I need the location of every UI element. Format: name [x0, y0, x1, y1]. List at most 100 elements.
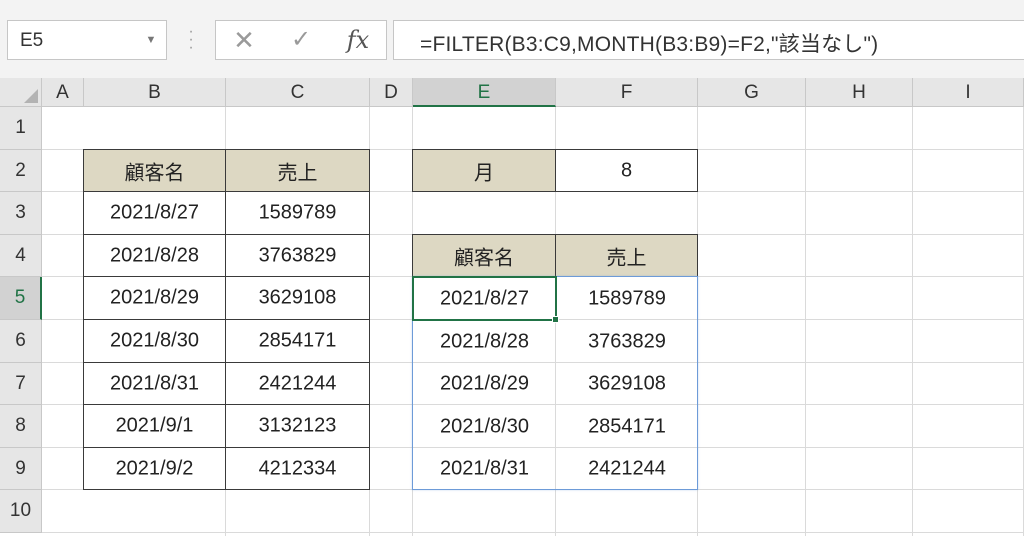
result-cell-sales-text: 2854171 [588, 415, 666, 437]
result-header-customer-text: 顧客名 [454, 247, 514, 269]
criteria-value[interactable]: 8 [555, 149, 698, 192]
enter-icon[interactable]: ✓ [279, 21, 323, 59]
result-cell-sales[interactable]: 3629108 [556, 363, 698, 405]
source-cell-date-text: 2021/9/1 [115, 414, 194, 437]
row-number: 9 [15, 457, 26, 479]
column-header-c[interactable]: C [226, 78, 370, 107]
gridline [42, 532, 1024, 533]
row-number: 5 [14, 287, 26, 308]
row-header-2[interactable]: 2 [0, 150, 42, 192]
source-header-customer[interactable]: 顧客名 [83, 149, 226, 192]
chevron-down-icon[interactable]: ▼ [140, 21, 162, 59]
source-cell-sales[interactable]: 2421244 [225, 362, 370, 405]
source-cell-date-text: 2021/8/28 [110, 244, 199, 266]
result-cell-sales-text: 3763829 [588, 330, 666, 352]
result-cell-date-text: 2021/8/29 [440, 372, 529, 395]
row-header-5[interactable]: 5 [0, 277, 42, 320]
formula-text[interactable]: =FILTER(B3:C9,MONTH(B3:B9)=F2,"該当なし") [420, 28, 878, 58]
column-header-f[interactable]: F [556, 78, 698, 107]
source-cell-date[interactable]: 2021/8/27 [83, 191, 226, 235]
column-header-e[interactable]: E [413, 78, 556, 107]
row-number: 1 [15, 117, 26, 138]
result-cell-date[interactable]: 2021/8/30 [413, 405, 556, 448]
result-cell-date-text: 2021/8/30 [440, 415, 529, 437]
source-header-customer-text: 顧客名 [124, 162, 185, 184]
formula-buttons: ✕ ✓ fx [215, 20, 387, 60]
result-cell-sales-text: 2421244 [588, 457, 666, 480]
row-number: 10 [9, 500, 32, 521]
result-cell-sales[interactable]: 2421244 [556, 448, 698, 490]
source-cell-sales-text: 2421244 [258, 372, 337, 394]
result-header-customer[interactable]: 顧客名 [412, 234, 556, 277]
grip-icon[interactable]: · · · [183, 24, 199, 56]
source-cell-date-text: 2021/8/31 [110, 372, 199, 394]
cancel-icon[interactable]: ✕ [222, 21, 266, 59]
row-number: 8 [15, 415, 26, 436]
column-header-i[interactable]: I [913, 78, 1024, 107]
source-cell-date[interactable]: 2021/8/28 [83, 234, 226, 277]
result-header-sales[interactable]: 売上 [555, 234, 698, 277]
result-cell-sales[interactable]: 3763829 [556, 320, 698, 363]
column-header-b[interactable]: B [84, 78, 226, 107]
row-number: 3 [15, 202, 26, 223]
fill-handle[interactable] [552, 316, 559, 323]
row-number: 6 [15, 330, 26, 351]
source-cell-date-text: 2021/8/30 [110, 329, 199, 352]
source-cell-sales-text: 3629108 [258, 286, 337, 309]
source-cell-date-text: 2021/8/29 [110, 286, 199, 309]
source-cell-sales[interactable]: 3629108 [225, 276, 370, 320]
criteria-label-text: 月 [474, 162, 494, 184]
row-number: 2 [15, 159, 26, 181]
result-cell-sales[interactable]: 1589789 [556, 277, 698, 320]
source-cell-sales[interactable]: 2854171 [225, 319, 370, 363]
criteria-label[interactable]: 月 [412, 149, 556, 192]
result-cell-date-text: 2021/8/31 [440, 457, 529, 480]
gridline [805, 107, 806, 536]
row-header-9[interactable]: 9 [0, 448, 42, 490]
source-cell-sales-text: 2854171 [258, 329, 337, 352]
row-header-3[interactable]: 3 [0, 192, 42, 235]
result-cell-date-text: 2021/8/28 [440, 330, 529, 352]
source-cell-sales-text: 3132123 [258, 414, 337, 437]
result-header-sales-text: 売上 [606, 247, 647, 269]
source-cell-sales[interactable]: 4212334 [225, 447, 370, 490]
source-cell-sales[interactable]: 3132123 [225, 404, 370, 448]
row-header-6[interactable]: 6 [0, 320, 42, 363]
column-header-g[interactable]: G [698, 78, 806, 107]
source-cell-sales[interactable]: 3763829 [225, 234, 370, 277]
source-cell-date[interactable]: 2021/9/1 [83, 404, 226, 448]
source-cell-date[interactable]: 2021/8/29 [83, 276, 226, 320]
formula-bar: E5 ▼ · · · ✕ ✓ fx =FILTER(B3:C9,MONTH(B3:B… [0, 0, 1024, 78]
source-cell-sales[interactable]: 1589789 [225, 191, 370, 235]
result-cell-date-text: 2021/8/27 [440, 287, 529, 309]
source-header-sales-text: 売上 [277, 162, 318, 184]
result-cell-date[interactable]: 2021/8/27 [413, 277, 556, 320]
result-cell-date[interactable]: 2021/8/31 [413, 448, 556, 490]
insert-function-icon[interactable]: fx [336, 21, 380, 59]
row-header-8[interactable]: 8 [0, 405, 42, 448]
row-header-1[interactable]: 1 [0, 107, 42, 150]
row-number: 4 [15, 244, 26, 266]
source-cell-sales-text: 3763829 [258, 244, 337, 266]
source-header-sales[interactable]: 売上 [225, 149, 370, 192]
name-box[interactable]: E5 ▼ [7, 20, 167, 60]
row-header-7[interactable]: 7 [0, 363, 42, 405]
column-header-h[interactable]: H [806, 78, 913, 107]
column-header-d[interactable]: D [370, 78, 413, 107]
worksheet-grid[interactable]: ABCDEFGHI 1 2 3 4 5 6 7 8 9 10 顧客名 売上 2021/8/27 1589… [0, 78, 1024, 536]
criteria-value-text: 8 [620, 159, 633, 181]
result-cell-date[interactable]: 2021/8/29 [413, 363, 556, 405]
select-all-button[interactable] [0, 78, 42, 107]
source-cell-date[interactable]: 2021/8/31 [83, 362, 226, 405]
source-cell-date[interactable]: 2021/9/2 [83, 447, 226, 490]
column-header-a[interactable]: A [42, 78, 84, 107]
row-header-4[interactable]: 4 [0, 235, 42, 277]
result-cell-sales[interactable]: 2854171 [556, 405, 698, 448]
row-header-10[interactable]: 10 [0, 490, 42, 533]
source-cell-date[interactable]: 2021/8/30 [83, 319, 226, 363]
result-cell-date[interactable]: 2021/8/28 [413, 320, 556, 363]
source-cell-sales-text: 4212334 [258, 457, 337, 479]
name-box-value[interactable]: E5 [20, 30, 43, 52]
source-cell-sales-text: 1589789 [258, 201, 337, 224]
formula-input[interactable]: =FILTER(B3:C9,MONTH(B3:B9)=F2,"該当なし") [393, 20, 1024, 60]
